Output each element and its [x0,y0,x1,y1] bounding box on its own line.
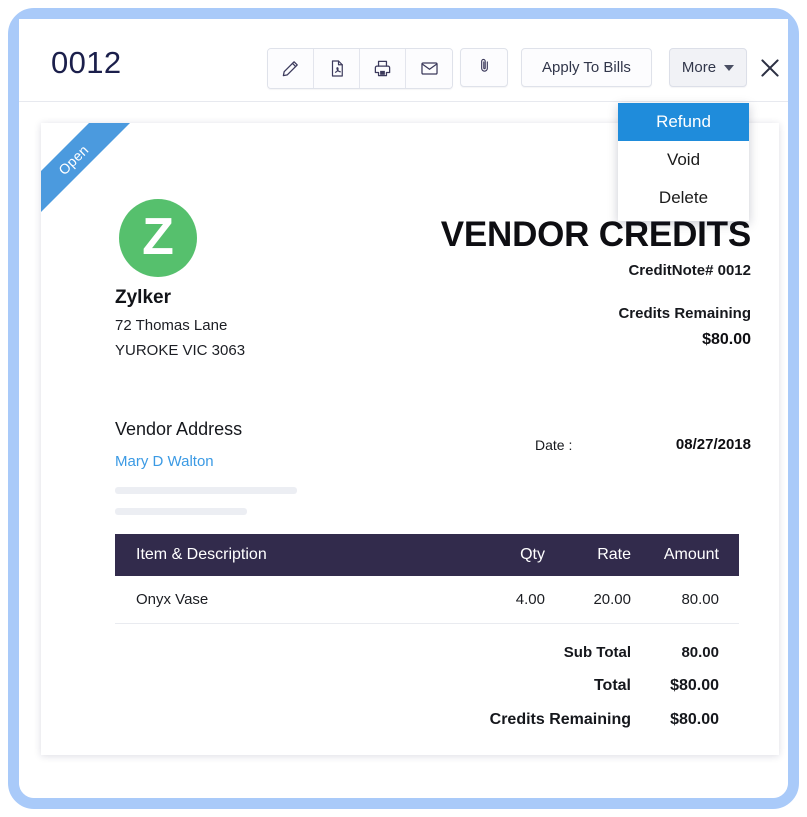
line-items-table: Item & Description Qty Rate Amount Onyx … [115,534,739,624]
logo-letter: Z [142,211,174,263]
close-icon [757,68,783,85]
total-row-total: Total $80.00 [371,669,739,703]
column-header-rate: Rate [545,546,631,564]
cell-qty: 4.00 [459,591,545,608]
credits-remaining-total-value: $80.00 [631,711,739,729]
credits-remaining-value: $80.00 [702,331,751,349]
apply-to-bills-button[interactable]: Apply To Bills [521,48,652,87]
menu-item-void[interactable]: Void [618,141,749,179]
vendor-address-label: Vendor Address [115,419,242,440]
icon-button-group [267,48,453,89]
subtotal-value: 80.00 [631,644,739,661]
print-button[interactable] [360,49,406,88]
email-icon [420,59,439,78]
pdf-button[interactable] [314,49,360,88]
pdf-icon [328,59,346,78]
date-value: 08/27/2018 [676,436,751,453]
more-label: More [682,59,716,76]
table-row: Onyx Vase 4.00 20.00 80.00 [115,576,739,624]
attachment-icon [476,56,493,80]
total-row-subtotal: Sub Total 80.00 [371,635,739,669]
total-label: Total [594,677,631,695]
print-icon [373,59,392,78]
document-number: 0012 [51,45,122,81]
company-name: Zylker [115,287,171,309]
column-header-qty: Qty [459,546,545,564]
credit-note-number: CreditNote# 0012 [628,262,751,279]
address-placeholder-line2 [115,508,247,515]
more-dropdown-button[interactable]: More [669,48,747,87]
menu-item-delete[interactable]: Delete [618,179,749,217]
cell-rate: 20.00 [545,591,631,608]
credits-remaining-label: Credits Remaining [618,305,751,322]
cell-item: Onyx Vase [115,591,459,608]
document-title: VENDOR CREDITS [441,215,751,255]
edit-icon [281,59,300,78]
app-window-frame: 0012 [8,8,799,809]
cell-amount: 80.00 [631,591,739,608]
close-button[interactable] [757,55,783,81]
detail-header: 0012 [19,19,788,102]
subtotal-label: Sub Total [564,644,631,661]
email-button[interactable] [406,49,452,88]
edit-button[interactable] [268,49,314,88]
company-address-line1: 72 Thomas Lane [115,317,227,334]
column-header-amount: Amount [631,546,739,564]
menu-item-refund[interactable]: Refund [618,103,749,141]
total-row-credits-remaining: Credits Remaining $80.00 [371,703,739,737]
vendor-name-link[interactable]: Mary D Walton [115,453,214,470]
totals-section: Sub Total 80.00 Total $80.00 Credits Rem… [371,635,739,737]
column-header-item: Item & Description [115,546,459,564]
company-address-line2: YUROKE VIC 3063 [115,342,245,359]
credits-remaining-total-label: Credits Remaining [490,711,631,729]
table-header-row: Item & Description Qty Rate Amount [115,534,739,576]
attachment-button[interactable] [460,48,508,87]
company-logo: Z [119,199,197,277]
detail-panel: 0012 [19,19,788,798]
address-placeholder-line1 [115,487,297,494]
more-dropdown-menu: Refund Void Delete [618,103,749,221]
chevron-down-icon [724,65,734,71]
date-label: Date : [535,437,572,453]
total-value: $80.00 [631,677,739,695]
